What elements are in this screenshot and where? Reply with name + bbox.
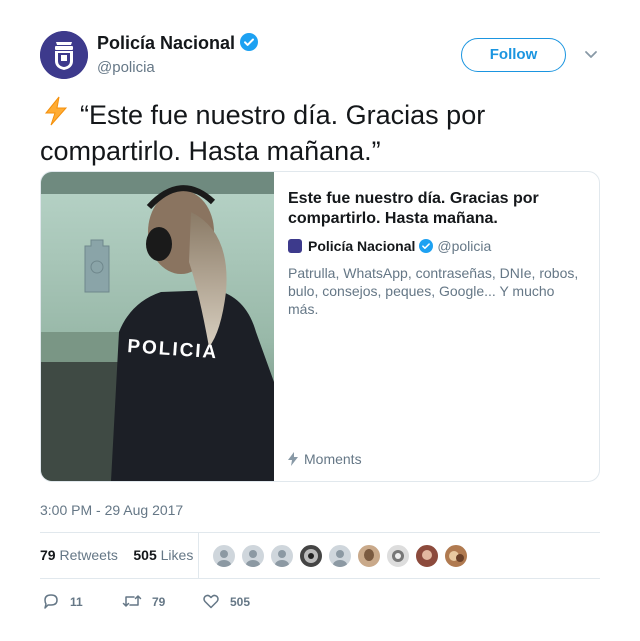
moment-image[interactable]: POLICIA — [41, 172, 274, 481]
tweet-body: “Este fue nuestro día. Gracias por compa… — [40, 100, 486, 166]
like-action[interactable]: 505 — [202, 592, 250, 610]
divider — [40, 578, 600, 579]
reply-icon — [44, 594, 58, 609]
likes-stat[interactable]: 505 Likes — [133, 547, 193, 563]
tweet-stats: 79 Retweets 505 Likes — [40, 547, 193, 563]
liker-avatar[interactable] — [328, 544, 352, 568]
liker-avatar[interactable] — [212, 544, 236, 568]
moments-label[interactable]: Moments — [288, 451, 362, 467]
follow-button[interactable]: Follow — [461, 38, 566, 72]
card-description: Patrulla, WhatsApp, contraseñas, DNIe, r… — [288, 265, 579, 317]
lightning-icon — [44, 96, 68, 126]
lightning-emoji — [40, 95, 72, 135]
shooting-range-photo: POLICIA — [41, 172, 274, 481]
retweets-stat[interactable]: 79 Retweets — [40, 547, 118, 563]
card-title[interactable]: Este fue nuestro día. Gracias por compar… — [288, 189, 578, 229]
card-author-handle: @policia — [437, 238, 492, 254]
card-author[interactable]: Policía Nacional @policia — [288, 238, 491, 254]
liker-avatar[interactable] — [241, 544, 265, 568]
moment-card[interactable]: POLICIA Este fue nuestro día. Gracias po… — [40, 171, 600, 482]
author-handle[interactable]: @policia — [97, 59, 155, 76]
stats-separator — [198, 532, 199, 578]
chevron-down-icon[interactable] — [583, 46, 599, 62]
card-author-name: Policía Nacional — [308, 238, 416, 254]
tweet-timestamp[interactable]: 3:00 PM - 29 Aug 2017 — [40, 502, 183, 518]
liker-avatar[interactable] — [357, 544, 381, 568]
retweet-action[interactable]: 79 — [122, 592, 165, 610]
tweet-text: “Este fue nuestro día. Gracias por compa… — [40, 95, 600, 168]
retweet-icon — [122, 595, 142, 607]
divider — [40, 532, 600, 533]
author-avatar[interactable] — [40, 31, 88, 79]
heart-icon — [203, 594, 219, 609]
reply-action[interactable]: 11 — [42, 592, 83, 610]
verified-badge-icon — [240, 33, 259, 51]
liker-avatar[interactable] — [415, 544, 439, 568]
verified-badge-icon — [419, 239, 434, 253]
liker-avatar[interactable] — [444, 544, 468, 568]
police-badge-icon — [40, 31, 88, 79]
liker-avatar[interactable] — [299, 544, 323, 568]
card-author-avatar-icon — [288, 239, 302, 253]
liker-avatar[interactable] — [270, 544, 294, 568]
lightning-icon — [288, 452, 298, 466]
author-name[interactable]: Policía Nacional — [97, 33, 259, 54]
liker-avatar[interactable] — [386, 544, 410, 568]
